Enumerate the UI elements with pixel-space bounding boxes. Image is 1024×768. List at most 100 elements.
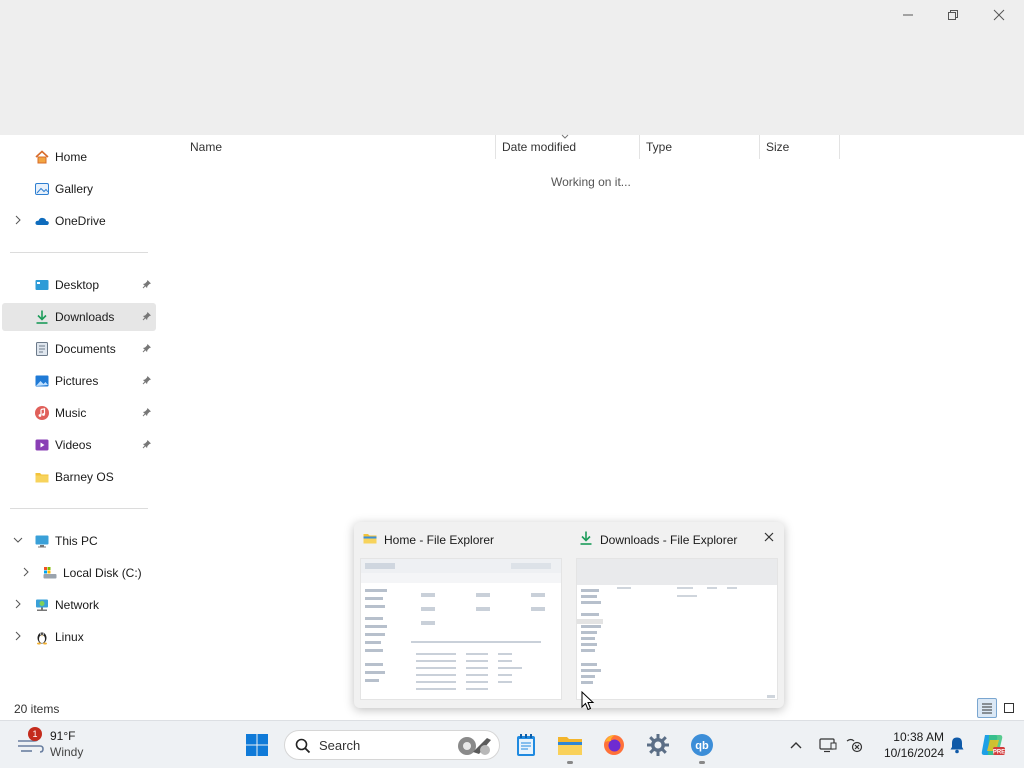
clock-date: 10/16/2024 — [883, 746, 944, 760]
music-icon — [34, 405, 50, 421]
taskbar-qbittorrent[interactable]: qb — [686, 730, 718, 764]
chevron-right-icon[interactable] — [12, 599, 24, 612]
details-view-button[interactable] — [977, 698, 997, 718]
thumbnail-preview — [360, 558, 562, 700]
gallery-icon — [34, 181, 50, 197]
restore-icon — [948, 10, 958, 20]
column-header-label: Date modified — [502, 140, 577, 154]
notifications-button[interactable] — [944, 730, 970, 760]
navigation-pane: Home Gallery OneDrive Desktop Downloads — [0, 135, 156, 700]
tray-network-button[interactable] — [840, 730, 868, 760]
system-clock[interactable]: 10:38 AM 10/16/2024 — [876, 729, 944, 761]
pin-icon — [142, 311, 152, 324]
taskbar-settings[interactable] — [642, 730, 674, 760]
minimize-button[interactable] — [885, 0, 931, 30]
pin-icon — [142, 439, 152, 452]
column-header-name[interactable]: Name — [190, 135, 222, 159]
sidebar-item-label: Pictures — [55, 374, 99, 388]
pin-icon — [142, 407, 152, 420]
sidebar-item-this-pc[interactable]: This PC — [2, 527, 156, 555]
downloads-icon — [578, 530, 594, 549]
chevron-right-icon[interactable] — [12, 631, 24, 644]
column-divider[interactable] — [759, 135, 760, 159]
copilot-button[interactable]: PRE — [976, 730, 1008, 760]
column-divider[interactable] — [839, 135, 840, 159]
thumbnail-title: Home - File Explorer — [362, 530, 494, 549]
pin-icon — [142, 375, 152, 388]
notification-badge: 1 — [28, 727, 42, 741]
column-header-label: Name — [190, 140, 223, 154]
restore-button[interactable] — [930, 0, 976, 30]
chevron-down-icon[interactable] — [12, 535, 24, 547]
sidebar-item-local-disk[interactable]: Local Disk (C:) — [2, 559, 156, 587]
column-header-size[interactable]: Size — [766, 135, 789, 159]
close-button[interactable] — [976, 0, 1022, 30]
taskbar-search-box[interactable]: Search — [284, 730, 500, 760]
sidebar-item-onedrive[interactable]: OneDrive — [2, 207, 156, 235]
item-count: 20 items — [14, 702, 60, 716]
windows-logo-icon — [246, 734, 268, 756]
sidebar-item-music[interactable]: Music — [2, 399, 156, 427]
sidebar-item-label: Local Disk (C:) — [63, 566, 142, 580]
chevron-up-icon — [790, 742, 802, 749]
show-hidden-icons-button[interactable] — [782, 730, 810, 760]
column-header-type[interactable]: Type — [646, 135, 672, 159]
sidebar-item-documents[interactable]: Documents — [2, 335, 156, 363]
sidebar-item-label: Network — [55, 598, 100, 612]
sidebar-item-downloads[interactable]: Downloads — [2, 303, 156, 331]
linux-icon — [34, 629, 50, 645]
bell-icon — [950, 737, 964, 754]
start-button[interactable] — [241, 730, 273, 760]
copilot-icon: PRE — [981, 735, 1005, 756]
taskbar-firefox[interactable] — [598, 730, 630, 760]
sidebar-item-home[interactable]: Home — [2, 143, 156, 171]
taskbar-file-explorer[interactable] — [554, 730, 586, 764]
sidebar-item-desktop[interactable]: Desktop — [2, 271, 156, 299]
column-divider[interactable] — [495, 135, 496, 159]
sidebar-item-label: Home — [55, 150, 88, 164]
large-icons-view-icon — [1004, 703, 1014, 713]
thumbnail-downloads-explorer[interactable]: Downloads - File Explorer — [570, 522, 784, 708]
svg-text:PRE: PRE — [993, 750, 1005, 756]
minimize-icon — [903, 14, 913, 16]
sidebar-item-label: Videos — [55, 438, 92, 452]
sidebar-item-pictures[interactable]: Pictures — [2, 367, 156, 395]
settings-gear-icon — [647, 734, 669, 756]
sidebar-item-network[interactable]: Network — [2, 591, 156, 619]
column-header-label: Type — [646, 140, 673, 154]
tray-display-button[interactable] — [814, 730, 842, 760]
details-view-icon — [982, 703, 992, 714]
title-bar — [0, 0, 1024, 135]
search-label: Search — [319, 738, 361, 753]
chevron-right-icon[interactable] — [20, 567, 32, 580]
thumbnail-close-button[interactable] — [764, 530, 774, 545]
onedrive-icon — [34, 213, 50, 229]
large-icons-view-button[interactable] — [999, 698, 1019, 718]
notepad-icon — [517, 734, 535, 756]
column-divider[interactable] — [639, 135, 640, 159]
taskbar-notepad[interactable] — [510, 730, 542, 760]
sidebar-item-label: Desktop — [55, 278, 100, 292]
weather-condition: Windy — [50, 745, 84, 759]
sidebar-item-linux[interactable]: Linux — [2, 623, 156, 651]
sidebar-item-videos[interactable]: Videos — [2, 431, 156, 459]
network-disconnected-icon — [846, 738, 863, 753]
sidebar-item-gallery[interactable]: Gallery — [2, 175, 156, 203]
thumbnail-preview — [576, 558, 778, 700]
home-icon — [34, 149, 50, 165]
column-header-date-modified[interactable]: Date modified — [502, 135, 576, 159]
thumbnail-home-explorer[interactable]: Home - File Explorer — [354, 522, 568, 708]
file-explorer-icon — [558, 737, 582, 755]
search-highlight-icon — [458, 737, 491, 755]
folder-icon — [34, 469, 50, 485]
chevron-right-icon[interactable] — [12, 215, 24, 228]
sidebar-item-label: Barney OS — [55, 470, 114, 484]
videos-icon — [34, 437, 50, 453]
sidebar-divider — [10, 508, 148, 509]
firefox-icon — [604, 735, 624, 755]
sidebar-item-barney-os[interactable]: Barney OS — [2, 463, 156, 491]
folder-icon — [362, 530, 378, 549]
pictures-icon — [34, 373, 50, 389]
weather-widget[interactable]: 1 91°F Windy — [16, 727, 106, 763]
mouse-cursor-icon — [581, 691, 595, 711]
